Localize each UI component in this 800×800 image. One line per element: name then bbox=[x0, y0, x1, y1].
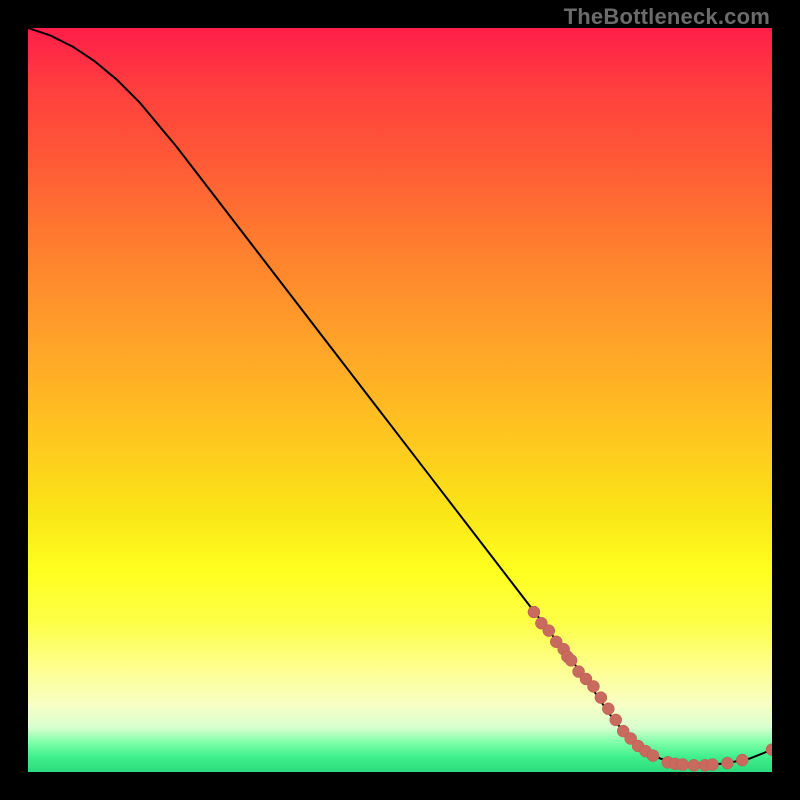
chart-frame: TheBottleneck.com bbox=[0, 0, 800, 800]
data-point bbox=[736, 754, 748, 766]
data-point bbox=[587, 680, 599, 692]
data-point bbox=[677, 759, 689, 771]
data-point bbox=[565, 654, 577, 666]
plot-area bbox=[28, 28, 772, 772]
data-point bbox=[706, 759, 718, 771]
curve-line bbox=[28, 28, 772, 765]
data-point bbox=[543, 625, 555, 637]
data-point bbox=[528, 606, 540, 618]
chart-overlay bbox=[28, 28, 772, 772]
data-point bbox=[688, 759, 700, 771]
data-point bbox=[602, 703, 614, 715]
data-point bbox=[610, 714, 622, 726]
curve-markers bbox=[528, 606, 772, 771]
data-point bbox=[766, 744, 772, 756]
data-point bbox=[595, 692, 607, 704]
data-point bbox=[647, 750, 659, 762]
data-point bbox=[721, 757, 733, 769]
watermark-text: TheBottleneck.com bbox=[564, 4, 770, 30]
